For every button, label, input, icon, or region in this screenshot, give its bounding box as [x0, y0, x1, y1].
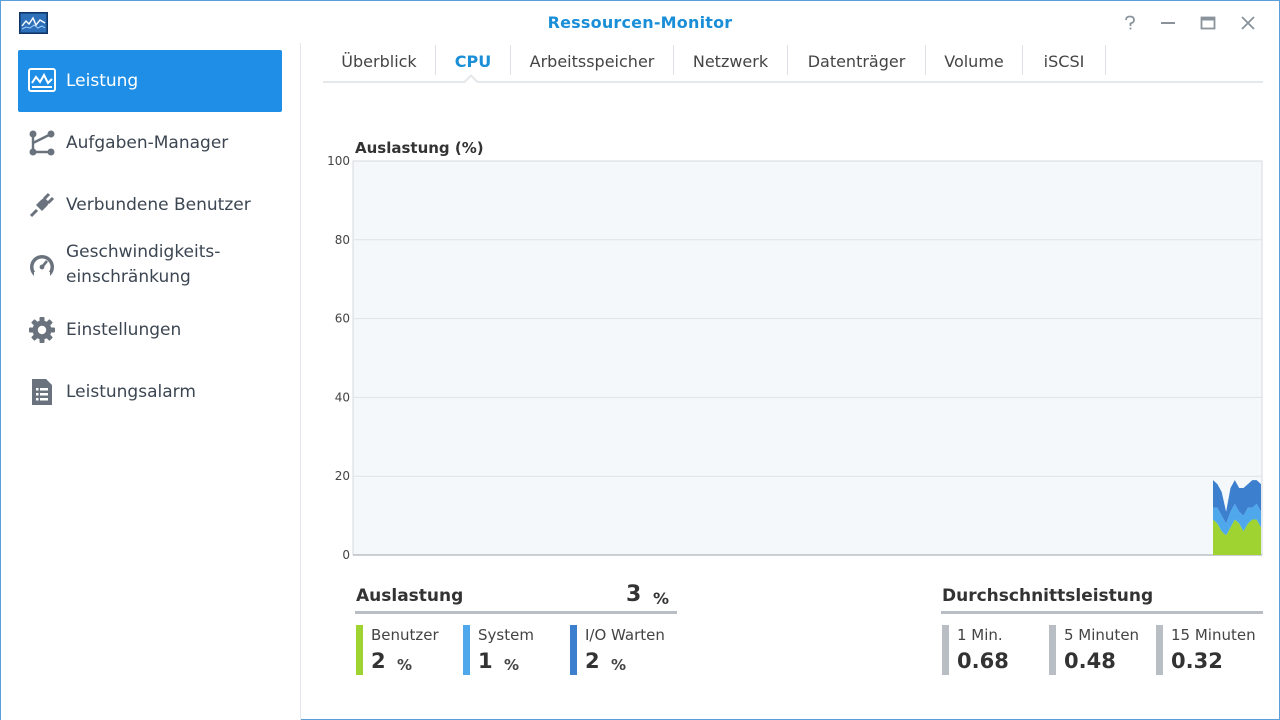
load-average-heading: Durchschnittsleistung: [942, 586, 1154, 606]
gear-icon: [27, 315, 57, 345]
sidebar-item-label: Einstellungen: [66, 319, 182, 340]
sidebar-item-verbundene-benutzer[interactable]: Verbundene Benutzer: [18, 174, 282, 236]
sidebar-item-einstellungen[interactable]: Einstellungen: [18, 299, 282, 361]
metric-unit: %: [611, 656, 627, 674]
plug-icon: [27, 190, 57, 220]
y-tick-label: 80: [335, 233, 350, 247]
maximize-icon: [1200, 16, 1216, 30]
sidebar-item-aufgaben-manager[interactable]: Aufgaben-Manager: [18, 112, 282, 174]
metric-load-15min: 15 Minuten 0.32: [1156, 625, 1266, 675]
sidebar: Leistung Aufgaben-Manager Verbundene Ben…: [1, 43, 301, 720]
active-tab-indicator-inner: [465, 77, 477, 83]
document-list-icon: [27, 377, 57, 407]
usage-total-unit: %: [653, 589, 670, 608]
metric-value: 2: [371, 649, 386, 673]
sidebar-item-leistung[interactable]: Leistung: [18, 50, 282, 112]
metric-value: 2: [585, 649, 600, 673]
sidebar-item-geschwindigkeitseinschraenkung[interactable]: Geschwindigkeits- einschränkung: [18, 236, 282, 298]
metric-color-bar: [1156, 625, 1163, 675]
metric-color-bar: [356, 625, 363, 675]
metric-label: Benutzer: [371, 626, 439, 644]
tab-datentraeger[interactable]: Datenträger: [788, 45, 925, 77]
help-button[interactable]: [1116, 10, 1144, 36]
metric-color-bar: [570, 625, 577, 675]
sidebar-item-label: Verbundene Benutzer: [66, 194, 251, 215]
metric-value: 0.32: [1171, 649, 1223, 673]
usage-total-value: 3: [626, 582, 642, 607]
tab-separator: [1105, 45, 1106, 75]
metric-benutzer: Benutzer 2 %: [356, 625, 456, 675]
performance-chart-icon: [27, 66, 57, 96]
load-average-divider: [941, 611, 1263, 614]
metric-load-5min: 5 Minuten 0.48: [1049, 625, 1149, 675]
metric-value: 0.48: [1064, 649, 1116, 673]
metric-label: 15 Minuten: [1171, 626, 1256, 644]
metric-value: 1: [478, 649, 493, 673]
usage-divider: [355, 611, 677, 614]
tab-arbeitsspeicher[interactable]: Arbeitsspeicher: [511, 45, 673, 77]
title-bar: Ressourcen-Monitor: [1, 1, 1279, 43]
y-tick-label: 20: [335, 469, 350, 483]
help-icon: [1125, 15, 1135, 30]
task-manager-icon: [27, 128, 57, 158]
metric-label: 1 Min.: [957, 626, 1003, 644]
sidebar-item-leistungsalarm[interactable]: Leistungsalarm: [18, 361, 282, 423]
maximize-button[interactable]: [1194, 10, 1222, 36]
tab-cpu[interactable]: CPU: [436, 45, 510, 77]
sidebar-item-label: Geschwindigkeits-: [66, 242, 221, 262]
sidebar-item-label-line2: einschränkung: [66, 267, 191, 287]
close-icon: [1241, 16, 1255, 30]
minimize-icon: [1161, 22, 1175, 24]
y-tick-label: 100: [327, 154, 350, 168]
metric-color-bar: [463, 625, 470, 675]
minimize-button[interactable]: [1154, 10, 1182, 36]
metric-label: 5 Minuten: [1064, 626, 1140, 644]
resource-monitor-window: Ressourcen-Monitor Leistung Aufgaben-Man…: [0, 0, 1280, 720]
tab-volume[interactable]: Volume: [926, 45, 1022, 77]
metric-load-1min: 1 Min. 0.68: [942, 625, 1042, 675]
plot-area: [352, 160, 1263, 556]
metric-color-bar: [1049, 625, 1056, 675]
metric-system: System 1 %: [463, 625, 563, 675]
tab-ueberblick[interactable]: Überblick: [323, 45, 435, 77]
metric-label: I/O Warten: [585, 626, 665, 644]
metric-color-bar: [942, 625, 949, 675]
tab-netzwerk[interactable]: Netzwerk: [674, 45, 787, 77]
sidebar-item-label: Aufgaben-Manager: [66, 132, 229, 153]
tab-iscsi[interactable]: iSCSI: [1023, 45, 1105, 77]
usage-heading: Auslastung: [356, 586, 464, 606]
cpu-usage-chart: 0 20 40 60 80 100: [327, 154, 1263, 562]
metric-label: System: [478, 626, 534, 644]
y-tick-label: 40: [335, 390, 350, 404]
speedometer-icon: [27, 252, 57, 282]
metric-unit: %: [504, 656, 520, 674]
metric-value: 0.68: [957, 649, 1009, 673]
metric-unit: %: [397, 656, 413, 674]
sidebar-item-label: Leistung: [66, 70, 139, 91]
y-tick-label: 0: [342, 548, 350, 562]
y-tick-label: 60: [335, 312, 350, 326]
sidebar-item-label: Leistungsalarm: [66, 381, 196, 402]
close-button[interactable]: [1234, 10, 1262, 36]
window-title: Ressourcen-Monitor: [547, 13, 733, 32]
metric-io-warten: I/O Warten 2 %: [570, 625, 680, 675]
